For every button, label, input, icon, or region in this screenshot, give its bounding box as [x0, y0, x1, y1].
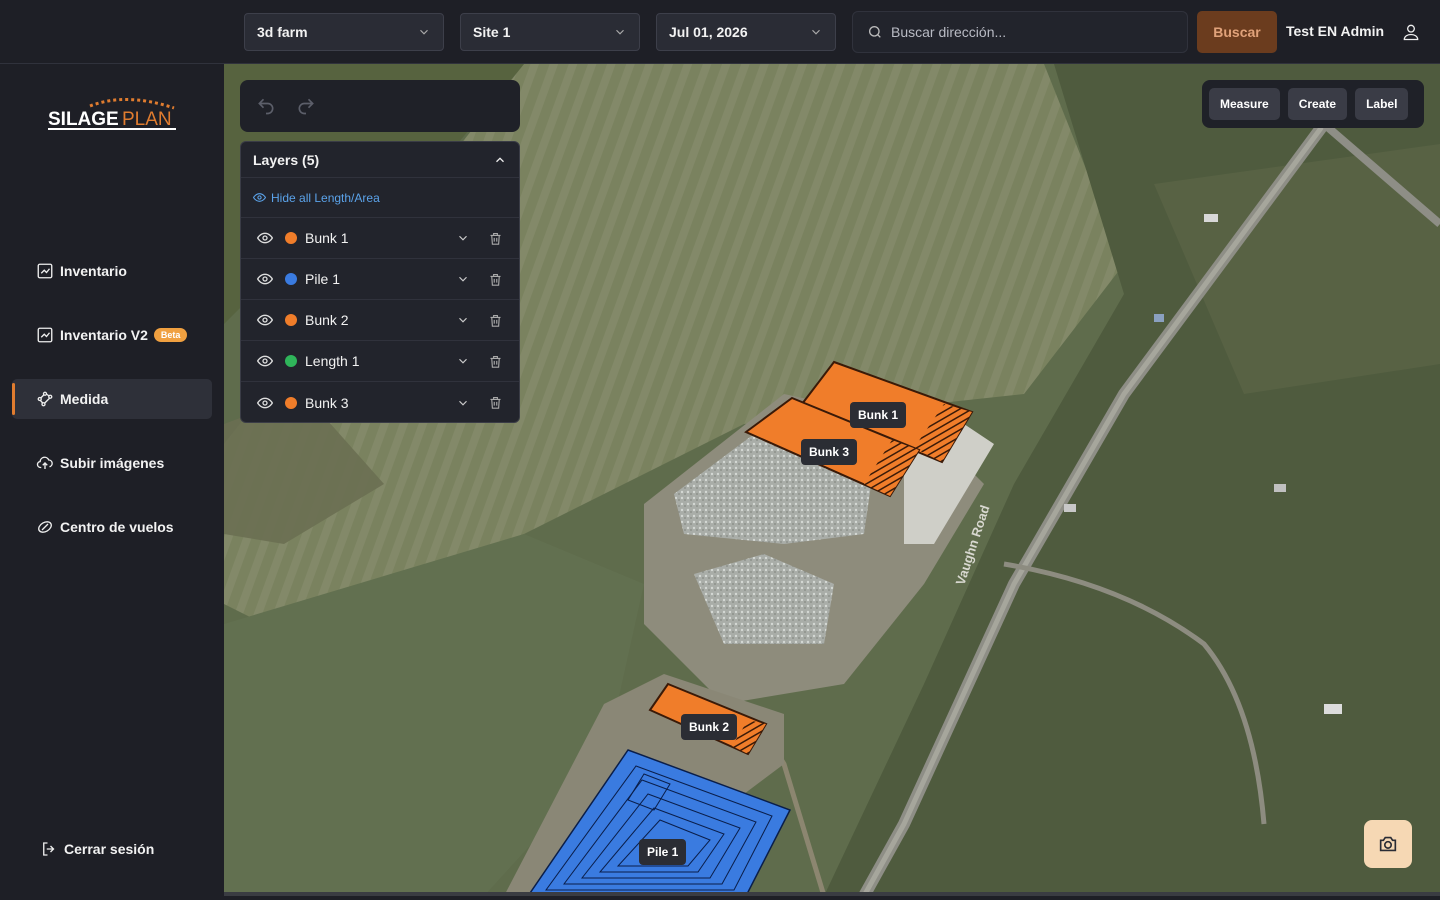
date-select-value: Jul 01, 2026 [669, 24, 748, 40]
user-name[interactable]: Test EN Admin [1286, 23, 1384, 39]
sidebar: SILAGE PLAN Inventario Inventario V2 Bet… [0, 64, 224, 900]
layer-color-dot [285, 396, 297, 409]
measure-icon [37, 391, 53, 407]
beta-badge: Beta [153, 328, 188, 342]
map-label-bunk-2[interactable]: Bunk 2 [681, 714, 738, 740]
layer-color-dot [285, 355, 297, 367]
layer-name: Bunk 2 [305, 312, 349, 328]
chevron-down-icon[interactable] [456, 272, 470, 286]
redo-icon[interactable] [296, 96, 316, 116]
nav-label: Inventario [60, 263, 127, 279]
user-icon[interactable] [1401, 22, 1421, 42]
eye-icon[interactable] [257, 353, 273, 369]
nav-centro-de-vuelos[interactable]: Centro de vuelos [12, 507, 212, 547]
chevron-up-icon[interactable] [493, 153, 507, 167]
upload-cloud-icon [36, 456, 53, 469]
chevron-down-icon[interactable] [456, 354, 470, 368]
logo-text-plan: PLAN [122, 109, 172, 130]
map-label-bunk-3[interactable]: Bunk 3 [801, 439, 858, 465]
nav-subir-imagenes[interactable]: Subir imágenes [12, 443, 212, 483]
drone-icon [38, 521, 52, 533]
site-select-value: Site 1 [473, 24, 511, 40]
chart-icon [37, 263, 53, 279]
layer-color-dot [285, 232, 297, 244]
chevron-down-icon [812, 29, 820, 35]
layer-row-bunk-1[interactable]: Bunk 1 [241, 218, 519, 259]
map-label-pile-1[interactable]: Pile 1 [639, 839, 687, 865]
trash-icon[interactable] [488, 395, 503, 410]
undo-icon[interactable] [256, 96, 276, 116]
nav-inventario-v2[interactable]: Inventario V2 Beta [12, 315, 212, 355]
site-select[interactable]: Site 1 [460, 13, 640, 51]
nav-label: Inventario V2 [60, 327, 148, 343]
search-input[interactable] [891, 24, 1173, 40]
logout-button[interactable]: Cerrar sesión [40, 840, 154, 858]
trash-icon[interactable] [488, 313, 503, 328]
logout-icon [43, 842, 55, 856]
chevron-down-icon [420, 29, 428, 35]
trash-icon[interactable] [488, 272, 503, 287]
layer-color-dot [285, 314, 297, 326]
hide-all-label: Hide all Length/Area [271, 190, 380, 205]
silageplan-logo: SILAGE PLAN [48, 98, 176, 130]
layer-name: Bunk 3 [305, 394, 349, 411]
search-icon [869, 26, 881, 38]
logout-label: Cerrar sesión [64, 841, 155, 857]
screenshot-button[interactable] [1364, 820, 1412, 868]
nav-label: Subir imágenes [60, 455, 165, 471]
layers-title: Layers (5) [253, 151, 320, 168]
layer-name: Pile 1 [305, 271, 341, 287]
layers-panel: Layers (5) Hide all Length/Area Bunk 1 P… [240, 141, 520, 423]
eye-icon[interactable] [257, 312, 273, 328]
layer-color-dot [285, 273, 297, 285]
eye-icon[interactable] [257, 395, 273, 411]
map-label-bunk-1[interactable]: Bunk 1 [850, 402, 907, 428]
label-button[interactable]: Label [1355, 88, 1409, 120]
date-select[interactable]: Jul 01, 2026 [656, 13, 836, 51]
layer-row-pile-1[interactable]: Pile 1 [241, 259, 519, 300]
nav-label: Centro de vuelos [60, 519, 174, 535]
logo-text-silage: SILAGE [48, 109, 119, 130]
create-button[interactable]: Create [1287, 88, 1348, 120]
chart-icon [37, 327, 53, 343]
address-search [852, 11, 1188, 53]
layers-header[interactable]: Layers (5) [241, 142, 519, 178]
layer-row-bunk-2[interactable]: Bunk 2 [241, 300, 519, 341]
layer-row-bunk-3[interactable]: Bunk 3 [241, 382, 519, 422]
history-panel [240, 80, 520, 132]
nav-inventario[interactable]: Inventario [12, 251, 212, 291]
eye-icon[interactable] [257, 230, 273, 246]
nav-label: Medida [60, 391, 109, 407]
chevron-down-icon[interactable] [456, 396, 470, 410]
chevron-down-icon [616, 29, 624, 35]
eye-icon [253, 193, 266, 202]
nav-medida[interactable]: Medida [12, 379, 212, 419]
measure-button[interactable]: Measure [1209, 88, 1280, 120]
top-bar: 3d farm Site 1 Jul 01, 2026 Buscar Test … [0, 0, 1440, 64]
chevron-down-icon[interactable] [456, 313, 470, 327]
camera-icon [1379, 836, 1397, 852]
tool-panel: Measure Create Label [1202, 80, 1424, 128]
farm-select[interactable]: 3d farm [244, 13, 444, 51]
trash-icon[interactable] [488, 354, 503, 369]
layer-row-length-1[interactable]: Length 1 [241, 341, 519, 382]
chevron-down-icon[interactable] [456, 231, 470, 245]
hide-all-length-area[interactable]: Hide all Length/Area [241, 178, 519, 218]
farm-select-value: 3d farm [257, 24, 308, 40]
layer-name: Length 1 [305, 353, 360, 369]
search-button[interactable]: Buscar [1197, 11, 1277, 53]
eye-icon[interactable] [257, 271, 273, 287]
trash-icon[interactable] [488, 231, 503, 246]
layer-name: Bunk 1 [305, 230, 349, 246]
